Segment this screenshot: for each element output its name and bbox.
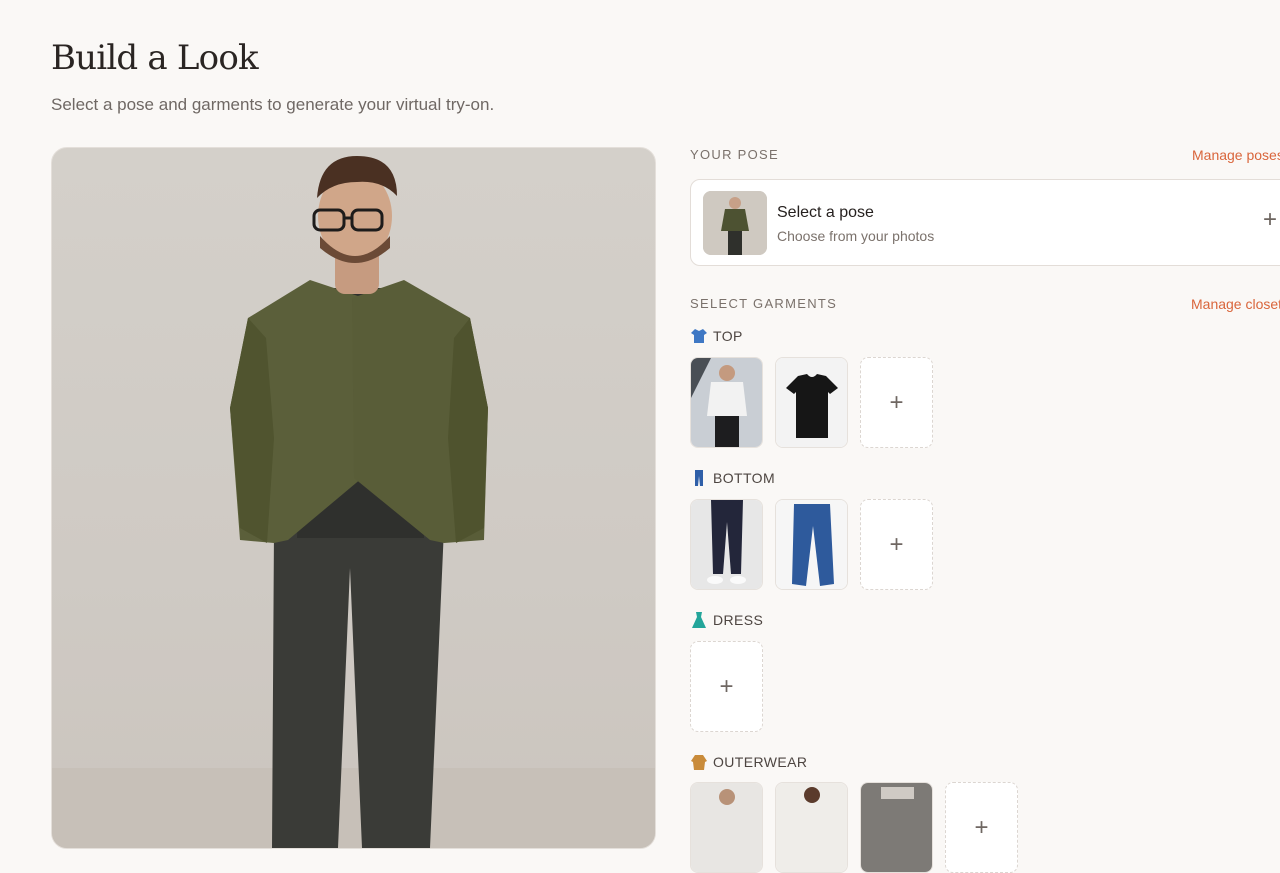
- dress-icon: [692, 612, 706, 628]
- pose-card-title: Select a pose: [777, 204, 874, 221]
- garment-outerwear-3[interactable]: [860, 782, 933, 873]
- add-outerwear-button[interactable]: +: [945, 782, 1018, 873]
- manage-closet-link[interactable]: Manage closet: [1191, 296, 1280, 312]
- category-bottom-label: BOTTOM: [713, 470, 776, 486]
- pose-card-subtitle: Choose from your photos: [777, 228, 935, 244]
- garment-top-white-tee[interactable]: [690, 357, 763, 448]
- garment-outerwear-2[interactable]: [775, 782, 848, 873]
- add-top-button[interactable]: +: [860, 357, 933, 448]
- category-top: TOP: [690, 327, 743, 345]
- category-outerwear: OUTERWEAR: [690, 753, 807, 771]
- pose-thumbnail: [703, 191, 767, 255]
- try-on-preview-image: [51, 147, 656, 849]
- category-dress-label: DRESS: [713, 612, 764, 628]
- category-dress: DRESS: [690, 611, 763, 629]
- category-bottom: BOTTOM: [690, 469, 775, 487]
- page-title: Build a Look: [51, 38, 259, 78]
- garment-top-black-tee[interactable]: [775, 357, 848, 448]
- jeans-icon: [695, 470, 703, 486]
- garment-outerwear-1[interactable]: [690, 782, 763, 873]
- coat-icon: [691, 755, 707, 770]
- pose-selector-card[interactable]: Select a pose Choose from your photos +: [690, 179, 1280, 266]
- garments-section-label: SELECT GARMENTS: [690, 296, 838, 311]
- garment-bottom-blue-jeans[interactable]: [775, 499, 848, 590]
- page-subtitle: Select a pose and garments to generate y…: [51, 95, 495, 114]
- add-dress-button[interactable]: +: [690, 641, 763, 732]
- category-top-label: TOP: [713, 328, 743, 344]
- add-bottom-button[interactable]: +: [860, 499, 933, 590]
- manage-poses-link[interactable]: Manage poses: [1192, 147, 1280, 163]
- shirt-icon: [691, 329, 707, 343]
- add-pose-icon[interactable]: +: [1263, 208, 1277, 232]
- category-outerwear-label: OUTERWEAR: [713, 754, 808, 770]
- garment-bottom-navy-joggers[interactable]: [690, 499, 763, 590]
- pose-section-label: YOUR POSE: [690, 147, 779, 162]
